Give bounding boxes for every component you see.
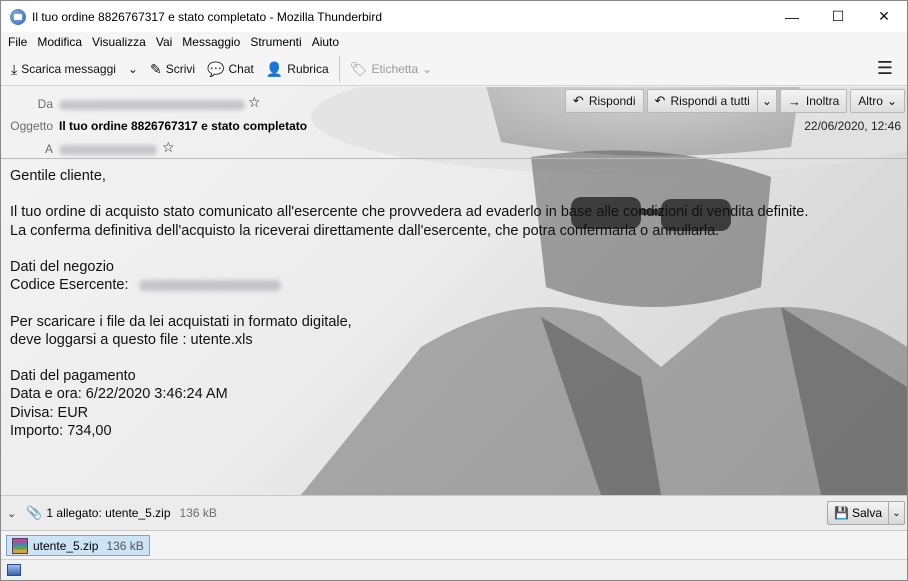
message-header: Da ☆ Oggetto Il tuo ordine 8826767317 e … xyxy=(1,87,907,159)
body-paragraph-line: deve loggarsi a questo file : utente.xls xyxy=(10,331,253,348)
payment-amount: Importo: 734,00 xyxy=(10,422,112,439)
reply-arrow-icon: ↶ xyxy=(572,93,584,108)
chevron-down-icon: ⌄ xyxy=(127,61,138,76)
merchant-code-label: Codice Esercente: xyxy=(10,277,129,294)
forward-button[interactable]: → Inoltra xyxy=(779,89,848,113)
chevron-down-icon: ⌄ xyxy=(886,94,897,108)
thunderbird-window: Il tuo ordine 8826767317 e stato complet… xyxy=(0,0,908,581)
window-title: Il tuo ordine 8826767317 e stato complet… xyxy=(32,9,382,24)
chat-button[interactable]: 💬 Chat xyxy=(201,56,260,82)
shop-section-title: Dati del negozio xyxy=(10,258,114,275)
attachment-list: utente_5.zip 136 kB xyxy=(1,531,907,559)
network-status-icon[interactable] xyxy=(7,564,21,576)
subject-value: Il tuo ordine 8826767317 e stato complet… xyxy=(59,119,308,133)
merchant-code-line: Codice Esercente: xyxy=(10,276,808,294)
to-label: A xyxy=(44,142,53,156)
minimize-button[interactable]: — xyxy=(769,1,815,32)
reply-all-button[interactable]: ↶ Rispondi a tutti xyxy=(646,89,757,113)
from-value-redacted[interactable] xyxy=(59,99,245,113)
menu-file[interactable]: File xyxy=(3,35,32,49)
get-messages-dropdown[interactable]: ⌄ xyxy=(122,56,144,82)
title-bar: Il tuo ordine 8826767317 e stato complet… xyxy=(1,1,907,32)
address-book-button[interactable]: 👤 Rubrica xyxy=(260,56,335,82)
address-book-label: Rubrica xyxy=(287,61,329,76)
menu-strumenti[interactable]: Strumenti xyxy=(245,35,306,49)
tag-icon: 🏷 xyxy=(349,60,368,77)
message-body: Gentile cliente, Il tuo ordine di acquis… xyxy=(10,167,808,440)
subject-label: Oggetto xyxy=(10,119,53,133)
message-pane: Da ☆ Oggetto Il tuo ordine 8826767317 e … xyxy=(1,87,907,495)
body-paragraph-line: Per scaricare i file da lei acquistati i… xyxy=(10,313,352,330)
payment-currency: Divisa: EUR xyxy=(10,404,89,421)
forward-label: Inoltra xyxy=(805,94,840,108)
paperclip-icon: 📎 xyxy=(26,505,43,520)
reply-label: Rispondi xyxy=(588,94,636,108)
merchant-code-redacted xyxy=(138,279,281,291)
chevron-down-icon: ⌄ xyxy=(761,94,772,108)
floppy-disk-icon: 💾 xyxy=(834,506,849,520)
close-button[interactable]: ✕ xyxy=(861,1,907,32)
tag-label: Etichetta xyxy=(371,61,419,76)
to-value-redacted[interactable] xyxy=(59,144,157,158)
attachment-summary-size: 136 kB xyxy=(179,506,217,520)
menu-bar: File Modifica Visualizza Vai Messaggio S… xyxy=(1,32,907,52)
chevron-down-icon[interactable]: ⌄ xyxy=(7,507,16,520)
thunderbird-logo-icon xyxy=(10,8,26,25)
contacts-icon: 👤 xyxy=(265,60,284,77)
attachment-size: 136 kB xyxy=(106,538,144,553)
star-icon[interactable]: ☆ xyxy=(248,94,261,111)
toolbar-separator xyxy=(338,55,340,82)
forward-arrow-icon: → xyxy=(787,93,801,109)
body-paragraph-line: La conferma definitiva dell'acquisto la … xyxy=(10,222,720,239)
window-controls: — ☐ ✕ xyxy=(769,1,907,32)
get-messages-label: Scarica messaggi xyxy=(21,61,116,76)
main-toolbar: ⤓ Scarica messaggi ⌄ ✎ Scrivi 💬 Chat 👤 R… xyxy=(1,52,907,86)
write-label: Scrivi xyxy=(165,61,196,76)
reply-all-label: Rispondi a tutti xyxy=(670,94,750,108)
chevron-down-icon: ⌄ xyxy=(422,61,433,76)
zip-archive-icon xyxy=(12,537,28,554)
attachment-item[interactable]: utente_5.zip 136 kB xyxy=(6,535,150,556)
save-dropdown[interactable]: ⌄ xyxy=(889,501,905,525)
message-date: 22/06/2020, 12:46 xyxy=(804,119,901,133)
save-button[interactable]: 💾 Salva xyxy=(827,501,889,525)
reply-all-dropdown[interactable]: ⌄ xyxy=(756,89,777,113)
chat-label: Chat xyxy=(228,61,254,76)
attachment-bar: ⌄ 📎 1 allegato: utente_5.zip 136 kB 💾 Sa… xyxy=(1,495,907,531)
hamburger-menu-icon[interactable]: ☰ xyxy=(877,58,893,79)
pencil-icon: ✎ xyxy=(149,60,162,77)
save-split-button: 💾 Salva ⌄ xyxy=(827,501,905,525)
header-actions: ↶ Rispondi ↶ Rispondi a tutti ⌄ → Inoltr… xyxy=(564,89,905,113)
menu-modifica[interactable]: Modifica xyxy=(32,35,87,49)
star-icon[interactable]: ☆ xyxy=(162,139,175,156)
reply-all-split: ↶ Rispondi a tutti ⌄ xyxy=(646,89,777,113)
payment-section-title: Dati del pagamento xyxy=(10,368,136,385)
write-button[interactable]: ✎ Scrivi xyxy=(144,56,201,82)
menu-visualizza[interactable]: Visualizza xyxy=(87,35,151,49)
attachment-summary[interactable]: 1 allegato: utente_5.zip xyxy=(46,506,170,520)
menu-messaggio[interactable]: Messaggio xyxy=(177,35,245,49)
attachment-name: utente_5.zip xyxy=(33,538,99,553)
reply-all-icon: ↶ xyxy=(654,93,666,108)
more-label: Altro xyxy=(858,94,883,108)
tag-button[interactable]: 🏷 Etichetta ⌄ xyxy=(344,56,439,82)
status-bar xyxy=(1,559,907,580)
chevron-down-icon: ⌄ xyxy=(892,507,901,519)
body-paragraph-line: Il tuo ordine di acquisto stato comunica… xyxy=(10,204,809,221)
save-label: Salva xyxy=(851,506,882,520)
menu-vai[interactable]: Vai xyxy=(151,35,177,49)
menu-aiuto[interactable]: Aiuto xyxy=(307,35,344,49)
payment-datetime: Data e ora: 6/22/2020 3:46:24 AM xyxy=(10,386,228,403)
reply-button[interactable]: ↶ Rispondi xyxy=(564,89,644,113)
greeting-text: Gentile cliente, xyxy=(10,168,106,184)
chat-bubble-icon: 💬 xyxy=(207,60,225,77)
more-button[interactable]: Altro ⌄ xyxy=(850,89,905,113)
maximize-button[interactable]: ☐ xyxy=(815,1,861,32)
download-icon: ⤓ xyxy=(11,60,18,77)
get-messages-button[interactable]: ⤓ Scarica messaggi xyxy=(5,56,122,82)
from-label: Da xyxy=(37,97,53,111)
